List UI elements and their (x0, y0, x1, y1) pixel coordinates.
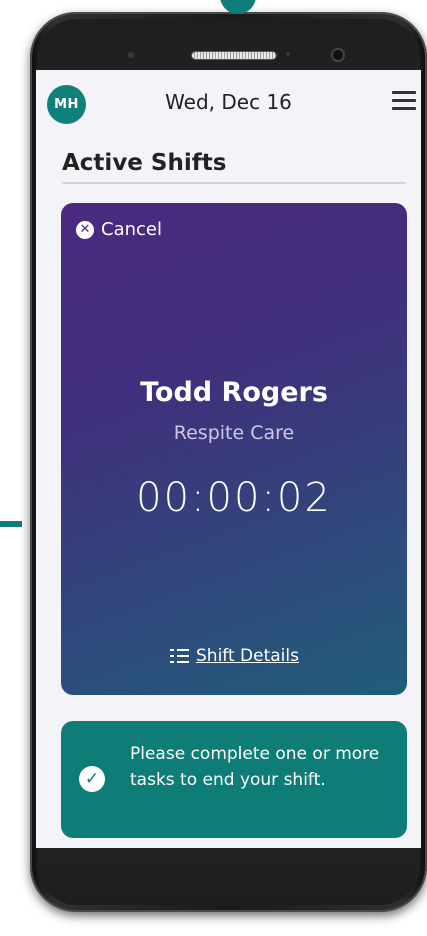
phone-speaker (192, 52, 276, 59)
cancel-label: Cancel (101, 219, 162, 240)
phone-sensor (128, 52, 134, 58)
task-reminder-banner: ✓ Please complete one or more tasks to e… (61, 721, 407, 838)
check-circle-icon: ✓ (79, 766, 105, 792)
current-date: Wed, Dec 16 (165, 90, 292, 114)
phone-camera (333, 50, 343, 60)
client-name: Todd Rogers (140, 377, 328, 408)
shift-timer: 00:00:02 (136, 475, 332, 521)
decorative-teal-line (0, 521, 22, 527)
checklist-icon (169, 648, 189, 664)
phone-sensor-dot (286, 52, 290, 56)
page-title: Active Shifts (62, 150, 227, 176)
cancel-shift-button[interactable]: ✕ Cancel (76, 219, 162, 240)
shift-details-link[interactable]: Shift Details (61, 646, 407, 666)
x-circle-icon: ✕ (76, 220, 94, 239)
active-shift-card: ✕ Cancel Todd Rogers Respite Care 00:00:… (61, 203, 407, 695)
shift-details-label: Shift Details (196, 646, 299, 666)
app-screen: MH Wed, Dec 16 Active Shifts ✕ Cancel To… (36, 70, 421, 848)
title-divider (62, 182, 406, 184)
app-header: MH Wed, Dec 16 (36, 70, 421, 136)
task-reminder-text: Please complete one or more tasks to end… (130, 744, 380, 790)
hamburger-menu-icon[interactable] (392, 91, 416, 111)
service-type: Respite Care (173, 422, 295, 444)
